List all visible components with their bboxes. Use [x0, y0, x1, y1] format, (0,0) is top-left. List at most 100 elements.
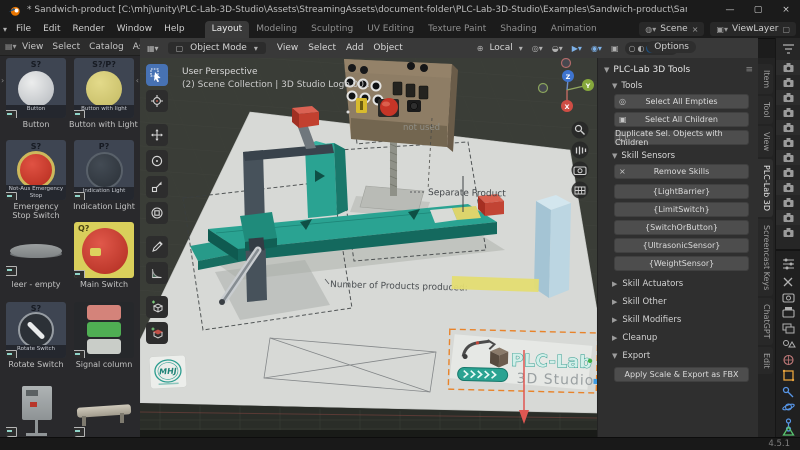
asset-thumb-leer-empty[interactable] — [6, 222, 66, 278]
tab-animation[interactable]: Animation — [544, 21, 604, 38]
mhj-logo[interactable]: MHJ — [149, 354, 187, 390]
tool-transform[interactable] — [146, 202, 168, 224]
switchorbutton-button[interactable]: {SwitchOrButton} — [614, 220, 749, 235]
tool-rotate[interactable] — [146, 150, 168, 172]
tab-plc-lab-3d[interactable]: PLC-Lab 3D — [758, 158, 773, 217]
region-expand-right-icon[interactable]: ‹ — [136, 76, 139, 85]
asset-menu-select[interactable]: Select — [52, 42, 80, 52]
lightbarrier-button[interactable]: {LightBarrier} — [614, 184, 749, 199]
tab-uv-editing[interactable]: UV Editing — [360, 21, 421, 38]
asset-item-button[interactable]: S? Button Button — [5, 58, 67, 129]
menu-render[interactable]: Render — [67, 22, 111, 36]
section-tools[interactable]: ▼ Tools — [612, 81, 753, 91]
tool-tab-icon[interactable] — [783, 277, 793, 287]
asset-item-main-switch[interactable]: Q? Main Switch — [73, 222, 135, 289]
tab-screencast-keys[interactable]: Screencast Keys — [758, 218, 773, 297]
tool-select-box[interactable] — [146, 64, 168, 86]
tab-modeling[interactable]: Modeling — [249, 21, 304, 38]
menu-edit[interactable]: Edit — [37, 22, 66, 36]
tool-scale[interactable] — [146, 176, 168, 198]
tab-rendering[interactable]: Rendering — [604, 21, 605, 38]
maximize-button[interactable]: ▢ — [744, 0, 772, 20]
asset-thumb-button-with-light[interactable]: S?/P? Button with light — [74, 58, 134, 118]
asset-thumb-emergency-stop[interactable]: S? Not-Aus Emergency Stop — [6, 140, 66, 200]
mode-dropdown[interactable]: ▢ Object Mode ▾ — [167, 42, 266, 54]
tab-tool[interactable]: Tool — [758, 96, 773, 124]
shading-wireframe-icon[interactable]: ○ — [629, 44, 636, 53]
tab-sculpting[interactable]: Sculpting — [304, 21, 360, 38]
tool-annotate[interactable] — [146, 236, 168, 258]
new-viewlayer-icon[interactable]: ▢ — [782, 25, 790, 34]
viewport-menu-select[interactable]: Select — [303, 41, 341, 55]
zoom-button[interactable] — [571, 121, 589, 139]
snap-magnet-icon[interactable]: ◒▾ — [549, 44, 566, 53]
region-expand-left-icon[interactable]: › — [1, 76, 4, 85]
tab-shading[interactable]: Shading — [493, 21, 544, 38]
gizmo-neg-handle[interactable] — [537, 82, 549, 94]
viewlayer-selector[interactable]: ▣▾ ViewLayer ▢ — [710, 22, 796, 36]
object-tab-icon[interactable] — [782, 369, 795, 382]
modifier-tab-icon[interactable] — [782, 386, 794, 398]
menu-window[interactable]: Window — [111, 22, 159, 36]
editor-type-icon[interactable]: ▦▾ — [144, 44, 162, 53]
apply-scale-export-fbx-button[interactable]: Apply Scale & Export as FBX — [614, 367, 749, 382]
world-tab-icon[interactable] — [783, 354, 794, 366]
properties-editor-icon[interactable] — [783, 258, 794, 270]
asset-item-indication-light[interactable]: P? Indication Light Indication Light — [73, 140, 135, 211]
physics-tab-icon[interactable] — [782, 403, 795, 411]
panel-plc-lab-tools[interactable]: ▼ PLC-Lab 3D Tools ≡ — [604, 65, 753, 75]
viewport-3d[interactable]: not used Separate Product Number of Prod… — [53, 0, 676, 450]
tab-edit[interactable]: Edit — [758, 346, 773, 375]
blue-box[interactable] — [534, 195, 571, 298]
viewport-menu-add[interactable]: Add — [341, 41, 368, 55]
tool-extrude[interactable] — [146, 322, 168, 344]
menu-help[interactable]: Help — [158, 22, 191, 36]
shading-solid-icon[interactable]: ◐ — [638, 44, 645, 53]
weightsensor-button[interactable]: {WeightSensor} — [614, 256, 749, 271]
section-export[interactable]: ▼ Export — [612, 351, 753, 361]
section-skill-sensors[interactable]: ▼ Skill Sensors — [612, 151, 753, 161]
limitswitch-button[interactable]: {LimitSwitch} — [614, 202, 749, 217]
overlays-toggle-icon[interactable]: ◉▾ — [588, 44, 605, 53]
asset-thumb-signal-column[interactable] — [74, 302, 134, 358]
asset-menu-catalog[interactable]: Catalog — [89, 42, 124, 52]
viewport-canvas[interactable]: not used Separate Product Number of Prod… — [53, 0, 676, 450]
section-cleanup[interactable]: ▶ Cleanup — [612, 333, 753, 343]
options-dropdown[interactable]: Options — [647, 41, 696, 53]
scene-tab-icon[interactable] — [783, 340, 796, 348]
scene-selector[interactable]: ◍▾ Scene × — [639, 22, 705, 36]
asset-thumb-indication-light[interactable]: P? Indication Light — [74, 140, 134, 200]
asset-menu-view[interactable]: View — [22, 42, 43, 52]
close-button[interactable]: × — [772, 0, 800, 20]
gizmos-toggle-icon[interactable]: ▶▾ — [569, 44, 585, 53]
tab-item[interactable]: Item — [758, 64, 773, 95]
tab-chatgpt[interactable]: ChatGPT — [758, 298, 773, 345]
asset-browser-editor-icon[interactable]: ▤▾ — [5, 42, 17, 51]
select-all-children-button[interactable]: ▣ Select All Children — [614, 112, 749, 127]
section-skill-modifiers[interactable]: ▶ Skill Modifiers — [612, 315, 753, 325]
orientation-icon[interactable]: ⊕ — [474, 44, 487, 53]
asset-item-emergency-stop[interactable]: S? Not-Aus Emergency Stop Emergency Stop… — [5, 140, 67, 220]
xray-toggle-icon[interactable]: ▣ — [608, 44, 622, 53]
viewport-menu-object[interactable]: Object — [368, 41, 407, 55]
asset-item-rotate-switch[interactable]: S? Rotate Switch Rotate Switch — [5, 302, 67, 369]
section-skill-actuators[interactable]: ▶ Skill Actuators — [612, 279, 753, 289]
asset-item-leer-empty[interactable]: leer - empty — [5, 222, 67, 289]
tool-measure[interactable] — [146, 262, 168, 284]
section-skill-other[interactable]: ▶ Skill Other — [612, 297, 753, 307]
minimize-button[interactable]: — — [716, 0, 744, 20]
blender-menu-icon[interactable]: ▾ — [0, 25, 10, 34]
control-panel[interactable]: not used — [344, 59, 458, 152]
tool-cursor[interactable] — [146, 90, 168, 112]
asset-thumb-conveyor-part[interactable] — [74, 382, 134, 437]
asset-item-conveyor-part[interactable] — [73, 382, 135, 437]
panel-menu-icon[interactable]: ≡ — [745, 65, 753, 75]
output-tab-icon[interactable] — [782, 307, 795, 318]
pivot-icon[interactable]: ◎▾ — [529, 44, 546, 53]
carriage[interactable] — [240, 212, 277, 242]
asset-thumb-rotate-switch[interactable]: S? Rotate Switch — [6, 302, 66, 358]
menu-file[interactable]: File — [10, 22, 37, 36]
ultrasonicsensor-button[interactable]: {UltrasonicSensor} — [614, 238, 749, 253]
tool-move[interactable] — [146, 124, 168, 146]
asset-thumb-button[interactable]: S? Button — [6, 58, 66, 118]
